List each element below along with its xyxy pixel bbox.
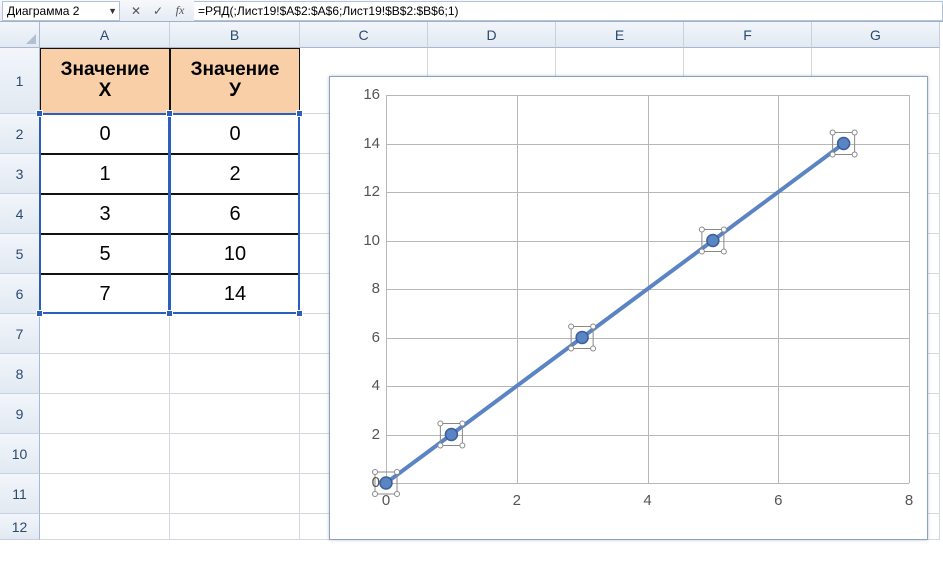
row-header-4[interactable]: 4 — [0, 194, 40, 234]
column-header-E[interactable]: E — [556, 22, 684, 48]
check-icon: ✓ — [153, 4, 163, 18]
cell-B11[interactable] — [170, 474, 300, 514]
cell-B12[interactable] — [170, 514, 300, 540]
y-axis-tick: 16 — [340, 86, 380, 103]
y-axis-tick: 8 — [340, 280, 380, 297]
table-header-1[interactable]: ЗначениеУ — [170, 48, 300, 114]
y-axis-tick: 10 — [340, 232, 380, 249]
chart[interactable]: 0 2 4 6 8 10 12 14 16 0 2 4 6 8 — [329, 76, 928, 540]
row-header-11[interactable]: 11 — [0, 474, 40, 514]
column-header-G[interactable]: G — [812, 22, 940, 48]
table-cell-r1-c1[interactable]: 2 — [170, 154, 300, 194]
chart-point[interactable] — [445, 429, 457, 441]
column-headers: ABCDEFG — [40, 22, 943, 48]
chart-point[interactable] — [576, 332, 588, 344]
table-cell-r3-c1[interactable]: 10 — [170, 234, 300, 274]
table-cell-r2-c1[interactable]: 6 — [170, 194, 300, 234]
chart-point[interactable] — [707, 235, 719, 247]
row-header-12[interactable]: 12 — [0, 514, 40, 540]
table-header-label: ЗначениеХ — [61, 60, 150, 102]
row-headers: 123456789101112 — [0, 48, 40, 540]
row-header-2[interactable]: 2 — [0, 114, 40, 154]
cell-B8[interactable] — [170, 354, 300, 394]
select-all-corner[interactable] — [0, 22, 40, 48]
table-cell-r1-c0[interactable]: 1 — [40, 154, 170, 194]
column-header-D[interactable]: D — [428, 22, 556, 48]
formula-bar: Диаграмма 2 ▼ ✕ ✓ fx =РЯД(;Лист19!$A$2:$… — [0, 0, 943, 22]
formula-buttons: ✕ ✓ fx — [126, 2, 190, 20]
cancel-icon: ✕ — [131, 4, 141, 18]
table-cell-r3-c0[interactable]: 5 — [40, 234, 170, 274]
column-header-C[interactable]: C — [300, 22, 428, 48]
name-box[interactable]: Диаграмма 2 ▼ — [2, 1, 120, 21]
table-cell-r4-c1[interactable]: 14 — [170, 274, 300, 314]
y-axis-tick: 0 — [340, 474, 380, 491]
row-header-8[interactable]: 8 — [0, 354, 40, 394]
name-box-text: Диаграмма 2 — [7, 4, 79, 18]
table-cell-r4-c0[interactable]: 7 — [40, 274, 170, 314]
x-axis-tick: 8 — [894, 492, 924, 509]
y-axis-tick: 4 — [340, 377, 380, 394]
column-header-F[interactable]: F — [684, 22, 812, 48]
y-axis-tick: 12 — [340, 183, 380, 200]
gridline-v — [909, 95, 910, 483]
cell-B10[interactable] — [170, 434, 300, 474]
table-header-0[interactable]: ЗначениеХ — [40, 48, 170, 114]
x-axis-tick: 0 — [371, 492, 401, 509]
y-axis-tick: 6 — [340, 329, 380, 346]
cancel-button[interactable]: ✕ — [126, 2, 146, 20]
cell-B7[interactable] — [170, 314, 300, 354]
column-header-B[interactable]: B — [170, 22, 300, 48]
x-axis-tick: 4 — [633, 492, 663, 509]
x-axis-tick: 6 — [763, 492, 793, 509]
enter-button[interactable]: ✓ — [148, 2, 168, 20]
chart-point[interactable] — [380, 477, 392, 489]
row-header-6[interactable]: 6 — [0, 274, 40, 314]
spreadsheet: ABCDEFG 123456789101112 ЗначениеХЗначени… — [0, 22, 943, 580]
row-header-1[interactable]: 1 — [0, 48, 40, 114]
x-axis-tick: 2 — [502, 492, 532, 509]
selection-handle[interactable] — [36, 110, 43, 117]
column-header-A[interactable]: A — [40, 22, 170, 48]
dropdown-icon[interactable]: ▼ — [108, 6, 117, 16]
cell-B9[interactable] — [170, 394, 300, 434]
y-axis-tick: 2 — [340, 426, 380, 443]
cell-A7[interactable] — [40, 314, 170, 354]
row-header-5[interactable]: 5 — [0, 234, 40, 274]
selection-handle[interactable] — [166, 110, 173, 117]
selection-handle[interactable] — [296, 110, 303, 117]
row-header-9[interactable]: 9 — [0, 394, 40, 434]
chart-point[interactable] — [838, 138, 850, 150]
row-header-10[interactable]: 10 — [0, 434, 40, 474]
selection-handle[interactable] — [166, 310, 173, 317]
selection-handle[interactable] — [296, 310, 303, 317]
formula-input[interactable]: =РЯД(;Лист19!$A$2:$A$6;Лист19!$B$2:$B$6;… — [194, 1, 943, 21]
cell-A12[interactable] — [40, 514, 170, 540]
fx-icon: fx — [176, 3, 185, 18]
cell-A10[interactable] — [40, 434, 170, 474]
row-header-3[interactable]: 3 — [0, 154, 40, 194]
y-axis-tick: 14 — [340, 135, 380, 152]
cell-A9[interactable] — [40, 394, 170, 434]
gridline-h — [386, 483, 909, 484]
table-cell-r0-c0[interactable]: 0 — [40, 114, 170, 154]
table-cell-r0-c1[interactable]: 0 — [170, 114, 300, 154]
insert-function-button[interactable]: fx — [170, 2, 190, 20]
selection-handle[interactable] — [36, 310, 43, 317]
cell-A11[interactable] — [40, 474, 170, 514]
table-header-label: ЗначениеУ — [191, 60, 280, 102]
chart-series[interactable] — [386, 95, 909, 483]
chart-plot-area[interactable] — [386, 95, 909, 483]
chart-inner: 0 2 4 6 8 10 12 14 16 0 2 4 6 8 — [330, 77, 927, 539]
formula-text: =РЯД(;Лист19!$A$2:$A$6;Лист19!$B$2:$B$6;… — [198, 4, 459, 18]
cell-A8[interactable] — [40, 354, 170, 394]
row-header-7[interactable]: 7 — [0, 314, 40, 354]
table-cell-r2-c0[interactable]: 3 — [40, 194, 170, 234]
